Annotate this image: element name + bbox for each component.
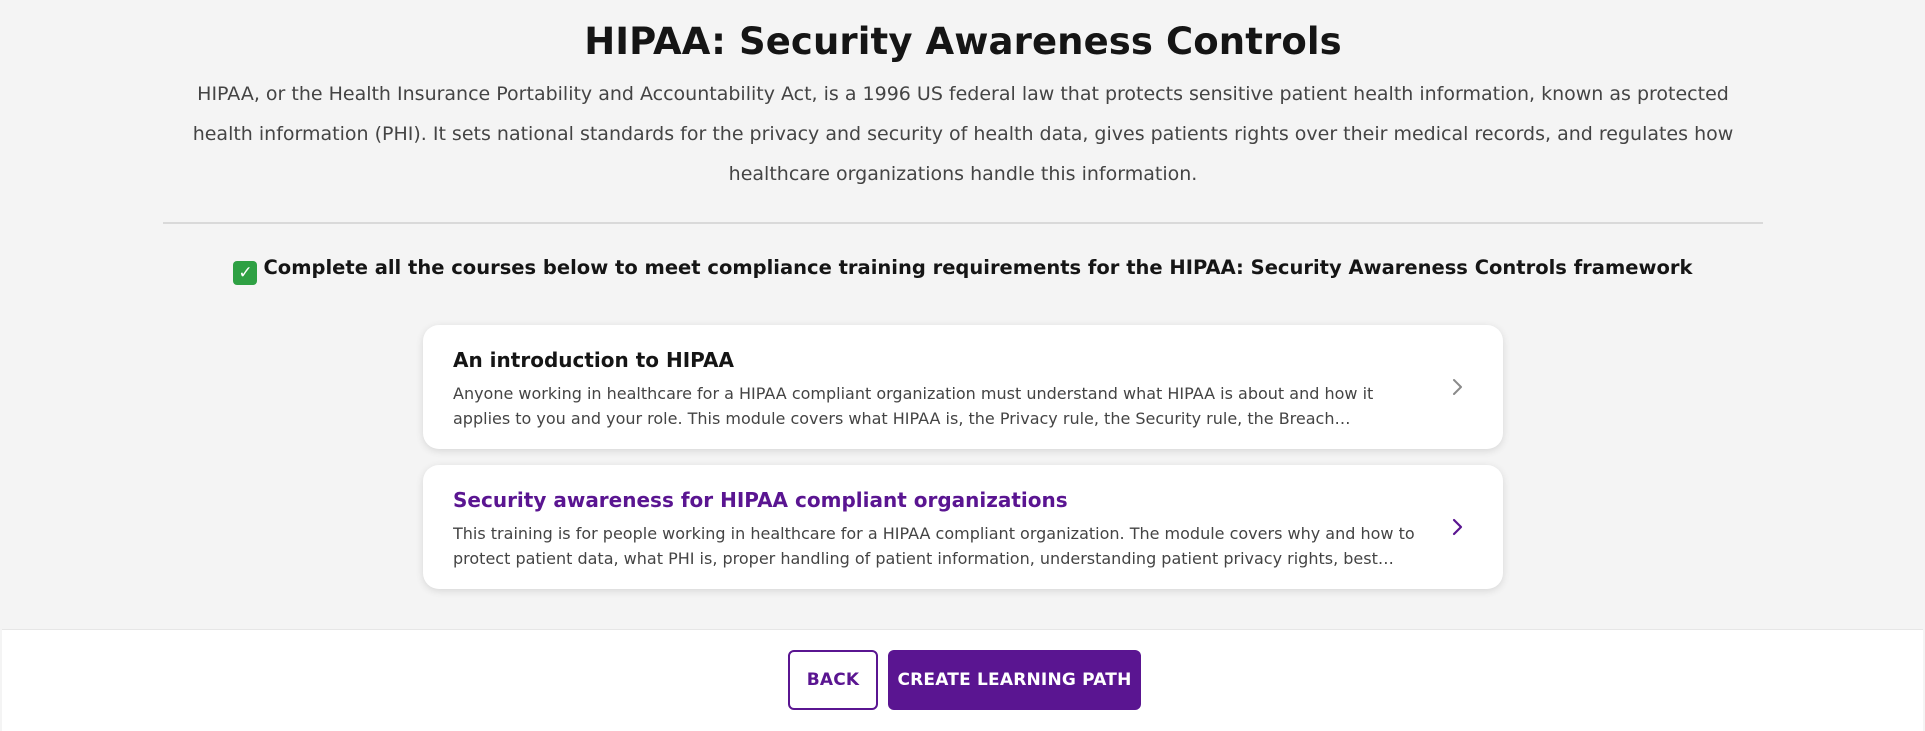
page-header: HIPAA: Security Awareness Controls HIPAA… bbox=[163, 0, 1763, 194]
course-description: This training is for people working in h… bbox=[453, 524, 1415, 568]
course-card-security-awareness[interactable]: Security awareness for HIPAA compliant o… bbox=[423, 465, 1503, 589]
create-learning-path-button[interactable]: CREATE LEARNING PATH bbox=[888, 650, 1141, 710]
check-mark-icon: ✓ bbox=[233, 261, 258, 285]
course-card-intro-hipaa[interactable]: An introduction to HIPAA Anyone working … bbox=[423, 325, 1503, 449]
course-description: Anyone working in healthcare for a HIPAA… bbox=[453, 384, 1374, 428]
chevron-right-icon bbox=[1452, 518, 1463, 536]
course-title: An introduction to HIPAA bbox=[453, 348, 734, 372]
course-title: Security awareness for HIPAA compliant o… bbox=[453, 488, 1068, 512]
divider bbox=[163, 222, 1763, 224]
page-description: HIPAA, or the Health Insurance Portabili… bbox=[192, 83, 1734, 185]
chevron-right-icon bbox=[1453, 379, 1462, 395]
page: HIPAA: Security Awareness Controls HIPAA… bbox=[0, 0, 1925, 731]
page-title: HIPAA: Security Awareness Controls bbox=[584, 20, 1342, 63]
footer-action-bar: BACK CREATE LEARNING PATH bbox=[2, 629, 1923, 731]
instruction-banner: ✓ Complete all the courses below to meet … bbox=[163, 255, 1763, 285]
back-button[interactable]: BACK bbox=[788, 650, 878, 710]
instruction-text: Complete all the courses below to meet c… bbox=[263, 256, 1693, 279]
